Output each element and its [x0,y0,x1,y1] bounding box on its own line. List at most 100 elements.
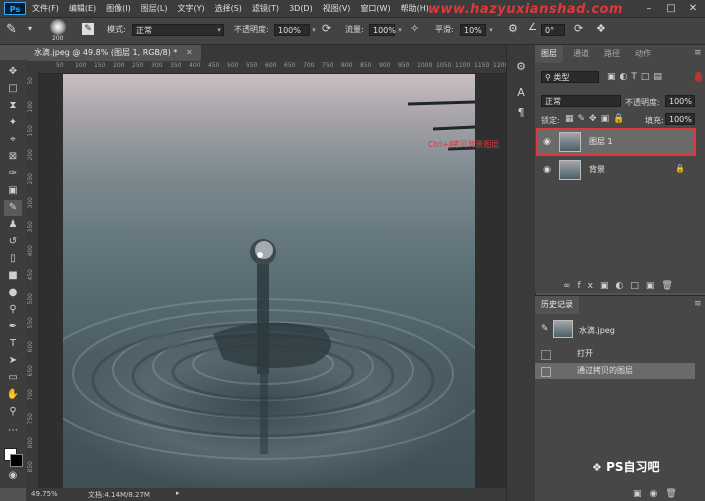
pen-tool-icon[interactable]: ✒ [4,319,22,335]
smooth-input[interactable]: 10% [460,24,486,36]
pressure-opacity-icon[interactable]: ⟳ [322,22,331,35]
menu-type[interactable]: 文字(Y) [177,3,204,14]
clone-stamp-tool-icon[interactable]: ♟ [4,217,22,233]
close-tab-icon[interactable]: ✕ [186,48,193,57]
crop-tool-icon[interactable]: ⌖ [4,132,22,148]
layer-name[interactable]: 背景 [589,164,605,175]
document-tab[interactable]: 水滴.jpeg @ 49.8% (图层 1, RGB/8) * ✕ [26,45,201,61]
status-menu-arrow-icon[interactable]: ▸ [176,489,180,497]
tab-actions[interactable]: 动作 [629,45,657,63]
smooth-label: 平滑: [435,25,454,34]
ruler-tick-label: 200 [113,62,125,69]
brush-preview-icon[interactable] [50,19,66,35]
zoom-tool-icon[interactable]: ⚲ [4,404,22,420]
menu-view[interactable]: 视图(V) [323,3,351,14]
ruler-tick-label: 350 [170,62,182,69]
ruler-tick-label: 300 [151,62,163,69]
tab-layers[interactable]: 图层 [535,45,563,63]
opacity-input[interactable]: 100% [274,24,310,36]
menu-window[interactable]: 窗口(W) [360,3,390,14]
blend-mode-select[interactable]: 正常 [541,95,621,107]
history-item[interactable]: 打开 [535,346,695,362]
minimize-icon[interactable]: – [638,0,660,17]
background-color-swatch[interactable] [10,454,23,467]
panel-menu-icon[interactable]: ≡ [694,48,702,58]
ruler-tick-label: 950 [398,62,410,69]
tab-history[interactable]: 历史记录 [535,296,579,314]
blur-tool-icon[interactable]: ● [4,285,22,301]
brush-tool-icon[interactable]: ✎ [6,22,17,37]
snapshot-name[interactable]: 水滴.jpeg [579,325,615,336]
history-brush-tool-icon[interactable]: ↺ [4,234,22,250]
document-size: 文档:4.14M/8.27M [88,491,150,499]
layer-filter-icons[interactable]: ▣◐T□▤ [607,72,666,82]
quick-select-tool-icon[interactable]: ✦ [4,115,22,131]
menu-edit[interactable]: 编辑(E) [69,3,96,14]
healing-brush-tool-icon[interactable]: ▣ [4,183,22,199]
lock-icon: 🔒 [675,164,685,173]
menu-image[interactable]: 图像(I) [106,3,131,14]
layer-filter-select[interactable]: ⚲ 类型 [541,71,599,83]
quick-mask-icon[interactable]: ◉ [4,468,22,484]
menu-file[interactable]: 文件(F) [32,3,59,14]
lasso-tool-icon[interactable]: ⧗ [4,98,22,114]
eraser-tool-icon[interactable]: ▯ [4,251,22,267]
ruler-tick-label: 850 [27,461,34,473]
snapshot-thumbnail[interactable] [553,320,573,338]
maximize-icon[interactable]: □ [660,0,682,17]
shape-tool-icon[interactable]: ▭ [4,370,22,386]
eye-icon[interactable]: ◉ [541,164,553,176]
options-bar: ✎ ▾ 200 ✎ 模式: 正常 ▾ 不透明度: 100% ▾ ⟳ 流量: 10… [0,18,705,45]
gear-icon[interactable]: ⚙ [508,22,518,35]
layers-opacity-input[interactable]: 100% [665,95,695,107]
history-brush-icon[interactable]: ✎ [541,324,549,334]
frame-tool-icon[interactable]: ⊠ [4,149,22,165]
panel-menu-icon[interactable]: ≡ [694,299,702,309]
tab-channels[interactable]: 通道 [567,45,595,63]
layer-row[interactable]: ◉ 背景 🔒 [537,157,695,183]
ruler-tick-label: 650 [27,365,34,377]
zoom-level[interactable]: 49.75% [31,490,58,498]
brush-tool-icon[interactable]: ✎ [4,200,22,216]
path-select-tool-icon[interactable]: ➤ [4,353,22,369]
brush-panel-icon[interactable]: ✎ [82,23,94,35]
eyedropper-tool-icon[interactable]: ✑ [4,166,22,182]
pressure-size-icon[interactable]: ⟳ [574,22,583,35]
lock-icons[interactable]: ▦✎✥▣🔒 [565,114,628,124]
hand-tool-icon[interactable]: ✋ [4,387,22,403]
more-tools-icon[interactable]: ⋯ [4,423,22,439]
menu-3d[interactable]: 3D(D) [289,4,313,13]
character-panel-icon[interactable]: A [513,85,529,101]
chevron-down-icon[interactable]: ▾ [486,24,496,36]
layer-action-icons[interactable]: ∞fx▣◐□▣🗑 [563,281,680,291]
angle-input[interactable]: 0° [541,24,565,36]
chevron-down-icon[interactable]: ▾ [28,24,32,33]
menu-help[interactable]: 帮助(H) [401,3,429,14]
gradient-tool-icon[interactable]: ■ [4,268,22,284]
type-tool-icon[interactable]: T [4,336,22,352]
marquee-tool-icon[interactable]: □ [4,81,22,97]
mode-select[interactable]: 正常 [132,24,224,36]
tab-paths[interactable]: 路径 [598,45,626,63]
close-icon[interactable]: ✕ [682,0,704,17]
water-drop-photo[interactable] [63,74,475,488]
chevron-down-icon[interactable]: ▾ [395,24,405,36]
fill-input[interactable]: 100% [665,113,695,125]
filter-toggle-icon[interactable] [695,72,702,82]
menu-layer[interactable]: 图层(L) [141,3,168,14]
ruler-tick-label: 750 [27,413,34,425]
chevron-down-icon[interactable]: ▾ [309,24,319,36]
dodge-tool-icon[interactable]: ⚲ [4,302,22,318]
history-strip-icon[interactable]: ⚙ [513,59,529,75]
document-icon [541,367,551,377]
airbrush-icon[interactable]: ✧ [410,22,419,35]
canvas-area[interactable] [39,74,506,488]
symmetry-icon[interactable]: ❖ [596,22,606,35]
history-item-selected[interactable]: 通过拷贝的图层 [535,363,695,379]
flow-input[interactable]: 100% [369,24,396,36]
menu-filter[interactable]: 滤镜(T) [252,3,279,14]
move-tool-icon[interactable]: ✥ [4,64,22,80]
menu-select[interactable]: 选择(S) [215,3,242,14]
paragraph-panel-icon[interactable]: ¶ [513,105,529,121]
history-action-icons[interactable]: ▣◉🗑 [633,489,685,499]
